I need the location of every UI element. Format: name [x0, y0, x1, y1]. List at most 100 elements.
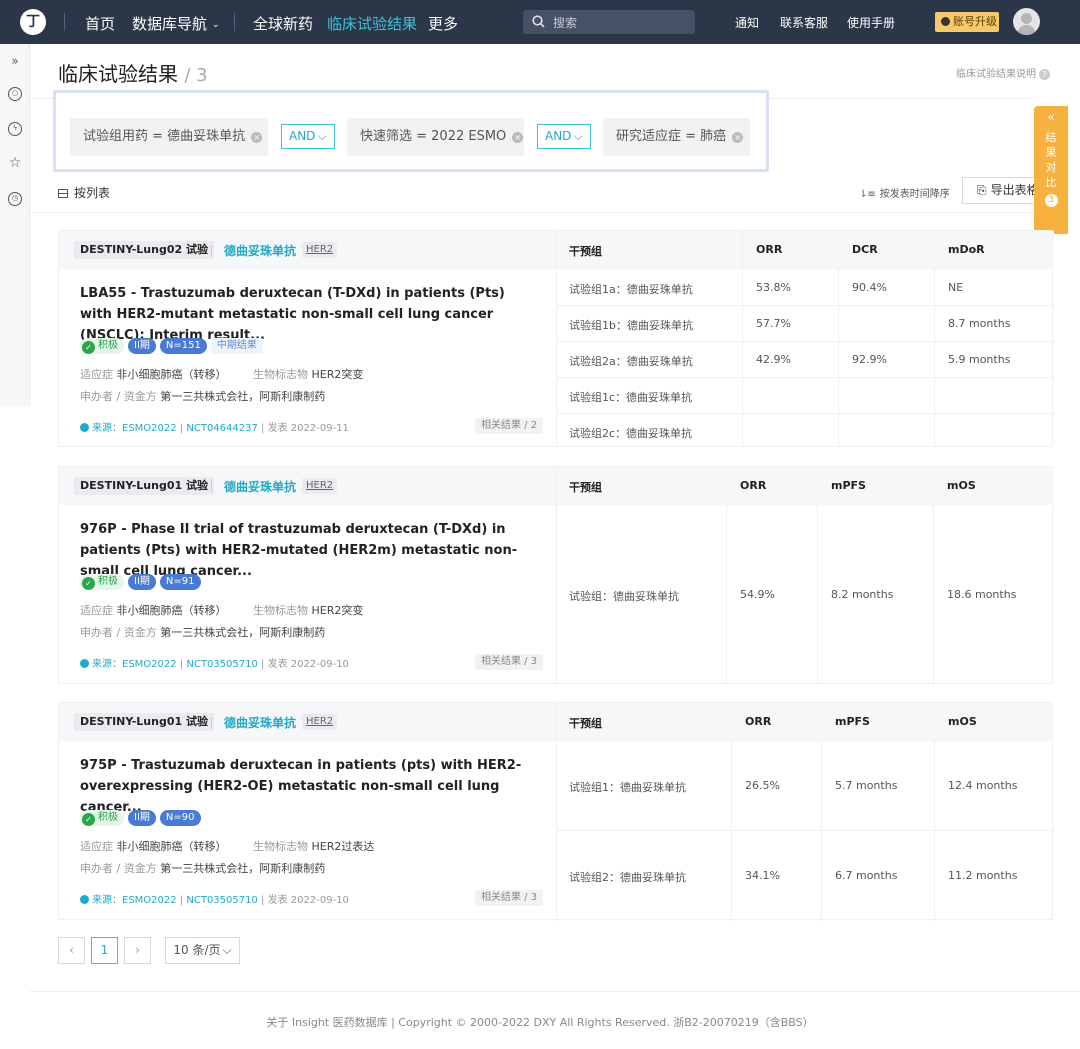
published-label: 发表	[267, 659, 288, 670]
row-divider	[557, 377, 1054, 378]
value-cell: 26.5%	[745, 779, 780, 792]
nav-more[interactable]: 更多	[428, 13, 458, 34]
remove-filter-icon[interactable]: ×	[732, 132, 744, 143]
pipe: |	[261, 659, 265, 670]
phase-badge: II期	[128, 574, 156, 590]
drug-name[interactable]: 德曲妥珠单抗	[224, 242, 296, 259]
value-cell: 42.9%	[756, 353, 791, 366]
star-icon[interactable]: ☆	[8, 156, 22, 170]
notifications-link[interactable]: 通知	[735, 14, 759, 31]
sponsor-label: 申办者 / 资金方	[80, 390, 157, 403]
source-link[interactable]: ESMO2022	[122, 659, 177, 670]
lightning-icon[interactable]: ϟ	[8, 122, 22, 136]
filter-chip-drug[interactable]: 试验组用药 = 德曲妥珠单抗 ×	[70, 118, 268, 156]
indication-value: 非小细胞肺癌（转移）	[116, 604, 227, 617]
filter-chip-quick[interactable]: 快速筛选 = 2022 ESMO ×	[347, 118, 524, 156]
arm-cell: 试验组1c：德曲妥珠单抗	[569, 391, 693, 404]
value-cell: 34.1%	[745, 869, 780, 882]
page-size-select[interactable]: 10 条/页 ⌵	[165, 937, 240, 964]
search-placeholder: 搜索	[553, 16, 578, 30]
prev-page-button[interactable]: ‹	[58, 937, 85, 964]
expand-sidebar-icon[interactable]: »	[8, 54, 22, 68]
export-table-button[interactable]: ⎘ 导出表格	[962, 177, 1042, 204]
column-divider	[817, 505, 818, 685]
column-header: mPFS	[831, 479, 866, 492]
gene-tag[interactable]: HER2	[302, 714, 338, 730]
sample-size-badge: N=151	[159, 338, 207, 354]
remove-filter-icon[interactable]: ×	[512, 132, 524, 143]
collapse-icon[interactable]: «	[1034, 110, 1068, 124]
contact-support-link[interactable]: 联系客服	[780, 14, 828, 31]
nct-link[interactable]: NCT04644237	[186, 423, 257, 434]
export-label: 导出表格	[990, 183, 1039, 197]
related-results-tag[interactable]: 相关结果 / 2	[475, 418, 544, 434]
compare-label: 结果对比	[1045, 131, 1057, 189]
search-input[interactable]: 搜索	[523, 10, 695, 34]
related-results-tag[interactable]: 相关结果 / 3	[475, 654, 544, 670]
sort-label: 按发表时间降序	[879, 189, 950, 200]
logo[interactable]: 丁	[20, 9, 46, 35]
nav-clinical-results[interactable]: 临床试验结果	[327, 13, 417, 34]
gene-tag[interactable]: HER2	[302, 242, 338, 258]
abstract-title[interactable]: LBA55 - Trastuzumab deruxtecan (T-DXd) i…	[80, 283, 540, 346]
trial-name[interactable]: DESTINY-Lung01 试验	[74, 477, 214, 495]
related-results-tag[interactable]: 相关结果 / 3	[475, 890, 544, 906]
result-card: DESTINY-Lung01 试验 德曲妥珠单抗 HER2 975P - Tra…	[58, 702, 1054, 921]
indication-label: 适应症	[80, 840, 113, 853]
top-navigation-bar: 丁 首页 数据库导航 ⌄ 全球新药 临床试验结果 更多 搜索 通知 联系客服 使用…	[0, 0, 1080, 44]
biomarker-value: HER2突变	[311, 604, 364, 617]
nct-link[interactable]: NCT03505710	[186, 659, 257, 670]
result-card: DESTINY-Lung02 试验 德曲妥珠单抗 HER2 LBA55 - Tr…	[58, 230, 1054, 448]
left-sidebar: » ○ ϟ ☆ ◷	[0, 44, 30, 406]
column-header: mPFS	[835, 715, 870, 728]
column-header: 干预组	[569, 481, 602, 494]
help-link[interactable]: 临床试验结果说明?	[956, 65, 1050, 80]
abstract-title[interactable]: 976P - Phase II trial of trastuzumab der…	[80, 519, 540, 582]
chevron-down-icon: ⌄	[212, 20, 220, 30]
list-view-toggle[interactable]: 按列表	[58, 184, 110, 201]
clock-icon[interactable]: ◷	[8, 192, 22, 206]
row-divider	[557, 305, 1054, 306]
nav-home[interactable]: 首页	[85, 13, 115, 34]
page-number-button[interactable]: 1	[91, 937, 118, 964]
shield-check-icon: ✓	[82, 577, 95, 590]
pipe: |	[261, 895, 265, 906]
indication-row: 适应症 非小细胞肺癌（转移）	[80, 602, 227, 618]
nav-database-guide[interactable]: 数据库导航 ⌄	[132, 13, 220, 34]
upgrade-icon	[941, 17, 950, 26]
source-row: 来源：ESMO2022 | NCT03505710 | 发表 2022-09-1…	[80, 891, 349, 906]
next-page-button[interactable]: ›	[124, 937, 151, 964]
source-link[interactable]: ESMO2022	[122, 895, 177, 906]
value-cell: 57.7%	[756, 317, 791, 330]
nct-link[interactable]: NCT03505710	[186, 895, 257, 906]
card-divider	[556, 231, 557, 448]
table-header	[557, 467, 1054, 505]
trial-name[interactable]: DESTINY-Lung02 试验	[74, 241, 214, 259]
logic-operator-select[interactable]: AND ⌵	[281, 124, 335, 149]
chat-icon[interactable]: ○	[8, 87, 22, 101]
arm-cell: 试验组2：德曲妥珠单抗	[569, 871, 686, 884]
source-link[interactable]: ESMO2022	[122, 423, 177, 434]
avatar[interactable]	[1013, 8, 1040, 35]
indication-label: 适应症	[80, 368, 113, 381]
sort-dropdown[interactable]: ⇂≡ 按发表时间降序	[859, 185, 950, 200]
list-view-label: 按列表	[74, 186, 111, 200]
logic-operator-select[interactable]: AND ⌵	[537, 124, 591, 149]
remove-filter-icon[interactable]: ×	[251, 132, 263, 143]
source-icon	[80, 423, 89, 432]
interim-badge: 中期结果	[210, 338, 263, 354]
abstract-title[interactable]: 975P - Trastuzumab deruxtecan in patient…	[80, 755, 540, 818]
gene-tag[interactable]: HER2	[302, 478, 338, 494]
results-compare-tab[interactable]: « 结果对比 3	[1034, 106, 1068, 234]
status-badge: ✓ 积极	[80, 810, 124, 826]
upgrade-account-button[interactable]: 账号升级	[935, 12, 999, 32]
user-manual-link[interactable]: 使用手册	[847, 14, 895, 31]
nav-global-new-drugs[interactable]: 全球新药	[253, 13, 313, 34]
drug-name[interactable]: 德曲妥珠单抗	[224, 714, 296, 731]
filter-chip-indication[interactable]: 研究适应症 = 肺癌 ×	[603, 118, 750, 156]
trial-name[interactable]: DESTINY-Lung01 试验	[74, 713, 214, 731]
arm-cell: 试验组2a：德曲妥珠单抗	[569, 355, 693, 368]
drug-name[interactable]: 德曲妥珠单抗	[224, 478, 296, 495]
column-header: DCR	[852, 243, 878, 256]
page-title: 临床试验结果 / 3	[58, 58, 208, 87]
